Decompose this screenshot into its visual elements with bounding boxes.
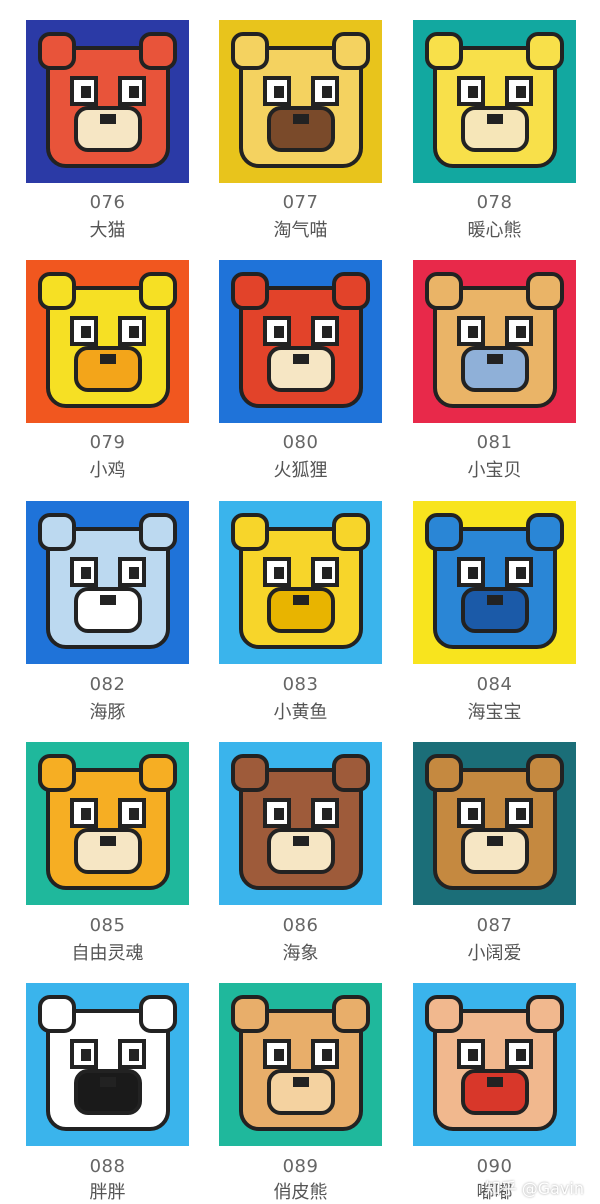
tile-090[interactable] — [413, 983, 576, 1146]
item-name: 火狐狸 — [273, 460, 328, 481]
item-name: 俏皮熊 — [273, 1182, 328, 1203]
item-number: 084 — [476, 674, 513, 695]
item-name: 海象 — [282, 943, 319, 964]
item-name: 自由灵魂 — [71, 943, 144, 964]
tile-088[interactable] — [26, 983, 189, 1146]
walrus-icon — [219, 742, 382, 905]
lion-icon — [219, 983, 382, 1146]
tile-085[interactable] — [26, 742, 189, 905]
baby-icon — [413, 983, 576, 1146]
item-name: 小阔爱 — [467, 943, 522, 964]
sticker-grid: 076 大猫 077 淘气喵 078 暖心熊 079 小鸡 080 火狐狸 08… — [0, 0, 600, 1203]
tile-076[interactable] — [26, 20, 189, 183]
item-name: 小黄鱼 — [273, 702, 328, 723]
item-number: 079 — [89, 432, 126, 453]
item-name: 小鸡 — [89, 460, 126, 481]
item-number: 078 — [476, 192, 513, 213]
tile-083[interactable] — [219, 501, 382, 664]
dog-icon — [413, 742, 576, 905]
hippo-icon — [413, 501, 576, 664]
item-number: 090 — [476, 1156, 513, 1177]
cat-icon — [219, 20, 382, 183]
item-name: 海豚 — [89, 702, 126, 723]
item-number: 080 — [282, 432, 319, 453]
tile-087[interactable] — [413, 742, 576, 905]
item-number: 085 — [89, 915, 126, 936]
item-name: 胖胖 — [89, 1182, 126, 1203]
fish-icon — [26, 742, 189, 905]
tile-089[interactable] — [219, 983, 382, 1146]
tile-086[interactable] — [219, 742, 382, 905]
panda-icon — [26, 983, 189, 1146]
item-name: 大猫 — [89, 220, 126, 241]
bear-icon — [413, 20, 576, 183]
fox-icon — [219, 260, 382, 423]
item-number: 089 — [282, 1156, 319, 1177]
item-number: 077 — [282, 192, 319, 213]
chick-icon — [26, 260, 189, 423]
tile-078[interactable] — [413, 20, 576, 183]
bear-icon — [413, 260, 576, 423]
item-name: 海宝宝 — [467, 702, 522, 723]
watermark-text: 知乎 @Gavin — [484, 1179, 584, 1198]
item-name: 小宝贝 — [467, 460, 522, 481]
tile-081[interactable] — [413, 260, 576, 423]
fish-icon — [219, 501, 382, 664]
item-number: 081 — [476, 432, 513, 453]
tile-084[interactable] — [413, 501, 576, 664]
item-name: 淘气喵 — [273, 220, 328, 241]
tiger-icon — [26, 20, 189, 183]
dolphin-icon — [26, 501, 189, 664]
item-number: 076 — [89, 192, 126, 213]
item-number: 086 — [282, 915, 319, 936]
item-number: 088 — [89, 1156, 126, 1177]
tile-082[interactable] — [26, 501, 189, 664]
item-number: 087 — [476, 915, 513, 936]
tile-077[interactable] — [219, 20, 382, 183]
item-number: 083 — [282, 674, 319, 695]
item-name: 暖心熊 — [467, 220, 522, 241]
item-number: 082 — [89, 674, 126, 695]
tile-079[interactable] — [26, 260, 189, 423]
tile-080[interactable] — [219, 260, 382, 423]
